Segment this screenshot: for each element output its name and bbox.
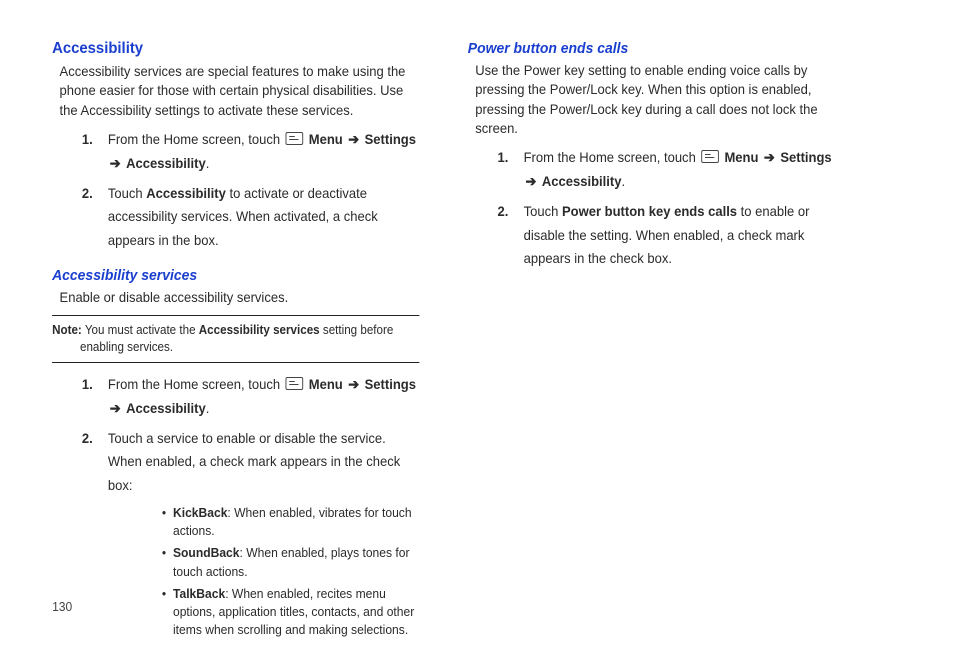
step-text: From the Home screen, touch (108, 131, 280, 147)
period: . (206, 155, 210, 171)
list-item: SoundBack: When enabled, plays tones for… (108, 544, 420, 580)
steps-list: From the Home screen, touch Menu ➔ Setti… (468, 146, 835, 271)
period: . (621, 173, 625, 189)
menu-icon (286, 377, 304, 390)
right-column: Power button ends calls Use the Power ke… (468, 40, 835, 645)
note-body: You must activate the (85, 323, 196, 337)
bullets-list: KickBack: When enabled, vibrates for tou… (108, 504, 420, 639)
label-accessibility: Accessibility (126, 400, 206, 416)
bullet-name: SoundBack (173, 545, 240, 560)
list-item: TalkBack: When enabled, recites menu opt… (108, 585, 420, 640)
step-text: Touch a service to enable or disable the… (108, 430, 400, 494)
step-item: From the Home screen, touch Menu ➔ Setti… (52, 128, 419, 176)
arrow-icon: ➔ (346, 376, 361, 392)
intro-paragraph: Accessibility services are special featu… (60, 62, 420, 120)
bullet-name: TalkBack (173, 586, 225, 601)
arrow-icon: ➔ (346, 131, 361, 147)
arrow-icon: ➔ (108, 400, 123, 416)
step-item: Touch a service to enable or disable the… (52, 427, 419, 640)
heading-accessibility-services: Accessibility services (52, 267, 419, 284)
label-menu: Menu (724, 149, 758, 165)
label-menu: Menu (309, 131, 343, 147)
heading-accessibility: Accessibility (52, 40, 419, 58)
label-accessibility: Accessibility (146, 185, 226, 201)
period: . (206, 400, 210, 416)
note-text: Note: You must activate the Accessibilit… (52, 322, 419, 356)
label-settings: Settings (780, 149, 831, 165)
arrow-icon: ➔ (108, 155, 123, 171)
step-text: Touch (524, 203, 559, 219)
arrow-icon: ➔ (762, 149, 777, 165)
label-settings: Settings (365, 376, 416, 392)
label-accessibility: Accessibility (542, 173, 622, 189)
steps-list: From the Home screen, touch Menu ➔ Setti… (52, 373, 419, 639)
list-item: KickBack: When enabled, vibrates for tou… (108, 504, 420, 540)
step-item: From the Home screen, touch Menu ➔ Setti… (468, 146, 835, 194)
heading-power-button: Power button ends calls (468, 40, 835, 57)
arrow-icon: ➔ (524, 173, 539, 189)
left-column: Accessibility Accessibility services are… (52, 40, 419, 645)
note-box: Note: You must activate the Accessibilit… (52, 315, 419, 363)
page-number: 130 (52, 599, 72, 614)
label-settings: Settings (365, 131, 416, 147)
label-menu: Menu (309, 376, 343, 392)
menu-icon (286, 132, 304, 145)
step-item: Touch Power button key ends calls to ena… (468, 200, 835, 271)
document-page: Accessibility Accessibility services are… (0, 0, 887, 636)
bullet-name: KickBack (173, 505, 227, 520)
services-intro: Enable or disable accessibility services… (60, 288, 420, 307)
label-power-button: Power button key ends calls (562, 203, 737, 219)
step-item: From the Home screen, touch Menu ➔ Setti… (52, 373, 419, 421)
menu-icon (701, 150, 719, 163)
steps-list: From the Home screen, touch Menu ➔ Setti… (52, 128, 419, 253)
step-item: Touch Accessibility to activate or deact… (52, 182, 419, 253)
step-text: From the Home screen, touch (108, 376, 280, 392)
note-bold: Accessibility services (199, 323, 320, 337)
two-column-layout: Accessibility Accessibility services are… (52, 40, 835, 645)
step-text: Touch (108, 185, 143, 201)
label-accessibility: Accessibility (126, 155, 206, 171)
note-label: Note: (52, 323, 82, 337)
intro-paragraph: Use the Power key setting to enable endi… (475, 61, 835, 138)
step-text: From the Home screen, touch (524, 149, 696, 165)
